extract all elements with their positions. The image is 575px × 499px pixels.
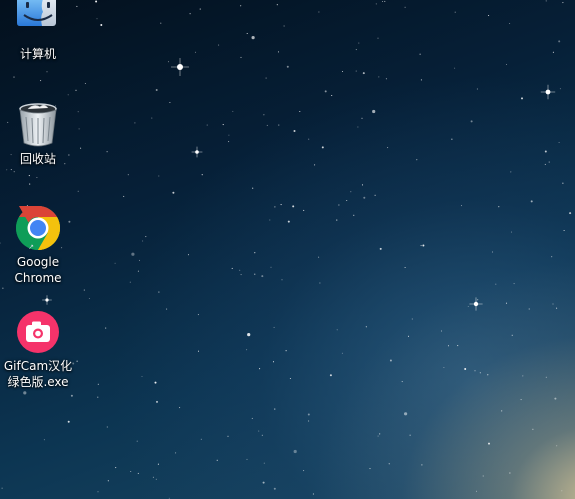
desktop-icon-label-line1: Google: [16, 255, 60, 269]
desktop-icon-computer[interactable]: 计算机: [0, 0, 76, 62]
desktop-icon-label-line2: Chrome: [14, 271, 62, 285]
desktop-icon-label-line1: GifCam汉化: [3, 359, 73, 373]
desktop-icon-google-chrome[interactable]: ↗ Google Chrome: [0, 204, 76, 286]
shortcut-arrow-icon: ↗: [28, 243, 34, 251]
chrome-icon: ↗: [14, 204, 62, 252]
desktop-icon-gifcam[interactable]: GifCam汉化 绿色版.exe: [0, 308, 76, 390]
desktop-icon-label: 计算机: [19, 47, 56, 61]
desktop-icon-recycle-bin[interactable]: 回收站: [0, 101, 76, 167]
starfield: [0, 0, 572, 499]
recycle-bin-icon: [14, 101, 62, 149]
desktop-icon-label: 回收站: [19, 152, 56, 166]
finder-computer-icon: [14, 0, 62, 44]
camera-icon: [14, 308, 62, 356]
desktop-background[interactable]: 计算机 回收站 ↗ Google Chrome GifCam汉化 绿色版.exe: [0, 0, 575, 499]
desktop-icon-label-line2: 绿色版.exe: [7, 375, 69, 389]
